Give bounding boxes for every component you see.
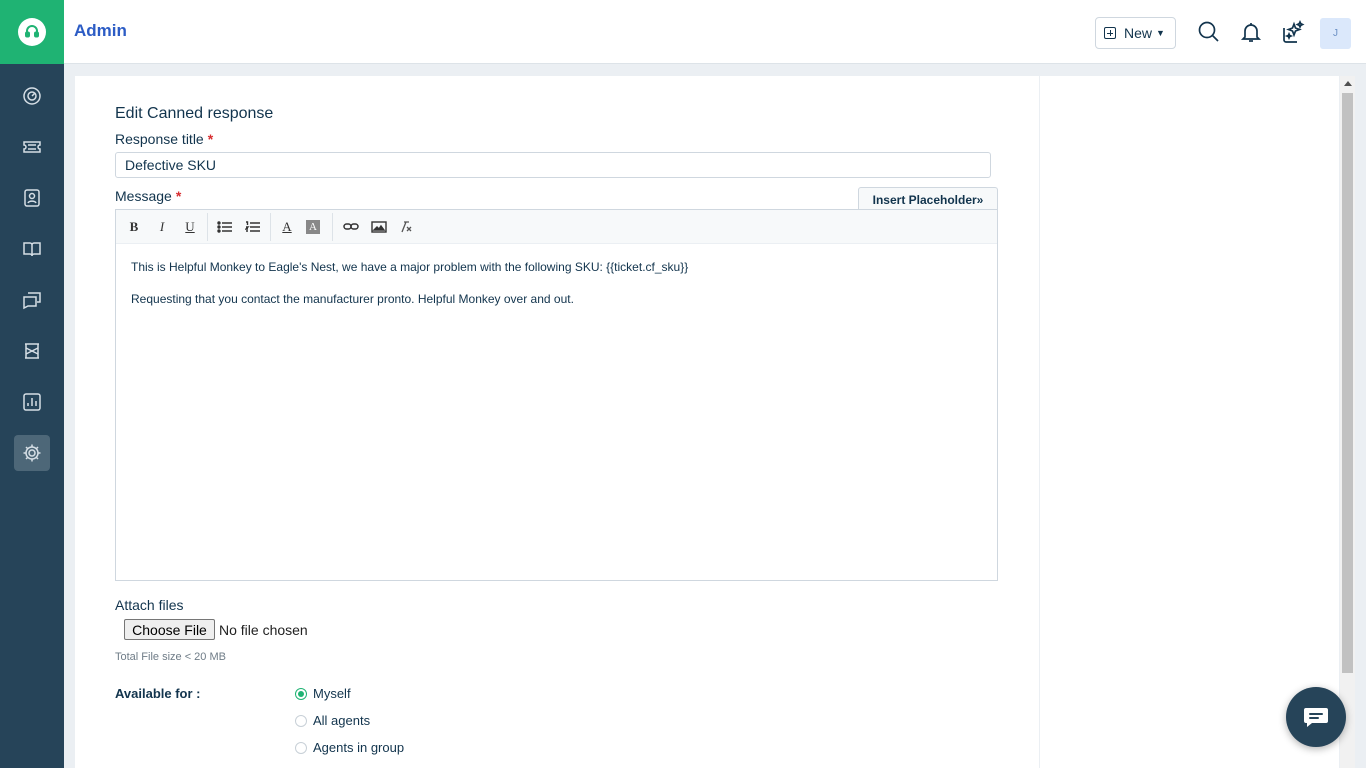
bell-icon	[1240, 23, 1262, 42]
plus-box-icon	[1104, 27, 1116, 39]
contacts-icon	[24, 189, 40, 207]
radio-checked-icon[interactable]	[295, 687, 307, 700]
app-logo[interactable]	[0, 0, 64, 64]
toolbar-divider	[270, 213, 271, 241]
sidebar-item-admin[interactable]	[14, 435, 50, 471]
response-title-input[interactable]	[115, 152, 991, 178]
no-file-text: No file chosen	[219, 621, 308, 638]
sidebar-item-dashboard[interactable]	[14, 78, 50, 114]
link-icon	[343, 223, 359, 230]
choose-file-button[interactable]: Choose File	[124, 619, 215, 640]
reports-icon	[23, 393, 41, 411]
chat-bubble-icon	[1304, 708, 1328, 727]
bullet-list-icon	[217, 221, 232, 233]
top-bar: Admin New ▼ J	[64, 0, 1366, 64]
scroll-up-arrow[interactable]	[1344, 81, 1352, 86]
insert-image-button[interactable]	[370, 218, 388, 236]
sidebar-item-assets[interactable]	[14, 333, 50, 369]
font-color-button[interactable]: A	[278, 218, 296, 236]
dashboard-icon	[23, 87, 41, 105]
image-icon	[371, 221, 387, 233]
editor-content[interactable]: This is Helpful Monkey to Eagle's Nest, …	[116, 244, 997, 340]
attach-files-label: Attach files	[115, 597, 184, 613]
page-title: Admin	[74, 21, 127, 40]
sidebar-item-discussions[interactable]	[14, 282, 50, 318]
radio-unchecked-icon[interactable]	[295, 741, 307, 754]
required-mark: *	[175, 188, 182, 204]
response-title-label: Response title *	[115, 131, 214, 147]
headset-icon	[18, 18, 46, 46]
sidebar	[0, 0, 64, 768]
bold-button[interactable]: B	[125, 218, 143, 236]
background-color-button[interactable]: A	[306, 220, 320, 234]
form-heading: Edit Canned response	[115, 105, 274, 122]
radio-myself[interactable]: Myself	[295, 686, 351, 701]
sidebar-item-solutions[interactable]	[14, 231, 50, 267]
italic-button[interactable]: I	[153, 218, 171, 236]
sparkle-icon	[1283, 20, 1305, 43]
new-button-label: New	[1124, 25, 1153, 41]
numbered-list-button[interactable]	[244, 218, 262, 236]
radio-unchecked-icon[interactable]	[295, 714, 307, 727]
search-button[interactable]	[1195, 18, 1223, 46]
insert-link-button[interactable]	[342, 218, 360, 236]
sidebar-item-reports[interactable]	[14, 384, 50, 420]
settings-icon	[23, 444, 41, 462]
assets-icon	[25, 343, 39, 359]
ai-assist-button[interactable]	[1279, 18, 1307, 46]
file-input: Choose File No file chosen	[124, 619, 308, 640]
message-line: Requesting that you contact the manufact…	[131, 292, 574, 306]
message-line: This is Helpful Monkey to Eagle's Nest, …	[131, 260, 689, 274]
solutions-icon	[23, 242, 41, 257]
editor-toolbar: B I U A A	[116, 210, 997, 244]
bullet-list-button[interactable]	[216, 218, 234, 236]
clear-format-button[interactable]	[397, 218, 415, 236]
radio-all-agents[interactable]: All agents	[295, 713, 370, 728]
new-button[interactable]: New ▼	[1095, 17, 1176, 49]
notifications-button[interactable]	[1237, 18, 1265, 46]
tickets-icon	[23, 141, 41, 153]
clear-format-icon	[401, 221, 412, 233]
avatar[interactable]: J	[1320, 18, 1351, 49]
chat-launcher-button[interactable]	[1286, 687, 1346, 747]
right-panel	[1039, 76, 1339, 768]
toolbar-divider	[207, 213, 208, 241]
sidebar-item-contacts[interactable]	[14, 180, 50, 216]
chevron-down-icon: ▼	[1156, 28, 1165, 38]
available-for-label: Available for :	[115, 686, 201, 701]
underline-button[interactable]: U	[181, 218, 199, 236]
scroll-thumb[interactable]	[1342, 93, 1353, 673]
message-editor[interactable]: B I U A A This is Helpful Monkey to Eagl…	[115, 209, 998, 581]
radio-agents-in-group[interactable]: Agents in group	[295, 740, 404, 755]
message-label: Message *	[115, 188, 182, 204]
file-size-hint: Total File size < 20 MB	[115, 651, 226, 663]
numbered-list-icon	[245, 221, 260, 232]
discussions-icon	[23, 292, 41, 310]
scrollbar[interactable]	[1340, 76, 1355, 768]
toolbar-divider	[332, 213, 333, 241]
sidebar-item-tickets[interactable]	[14, 129, 50, 165]
required-mark: *	[207, 131, 214, 147]
search-icon	[1198, 21, 1219, 42]
insert-placeholder-button[interactable]: Insert Placeholder»	[858, 187, 998, 211]
